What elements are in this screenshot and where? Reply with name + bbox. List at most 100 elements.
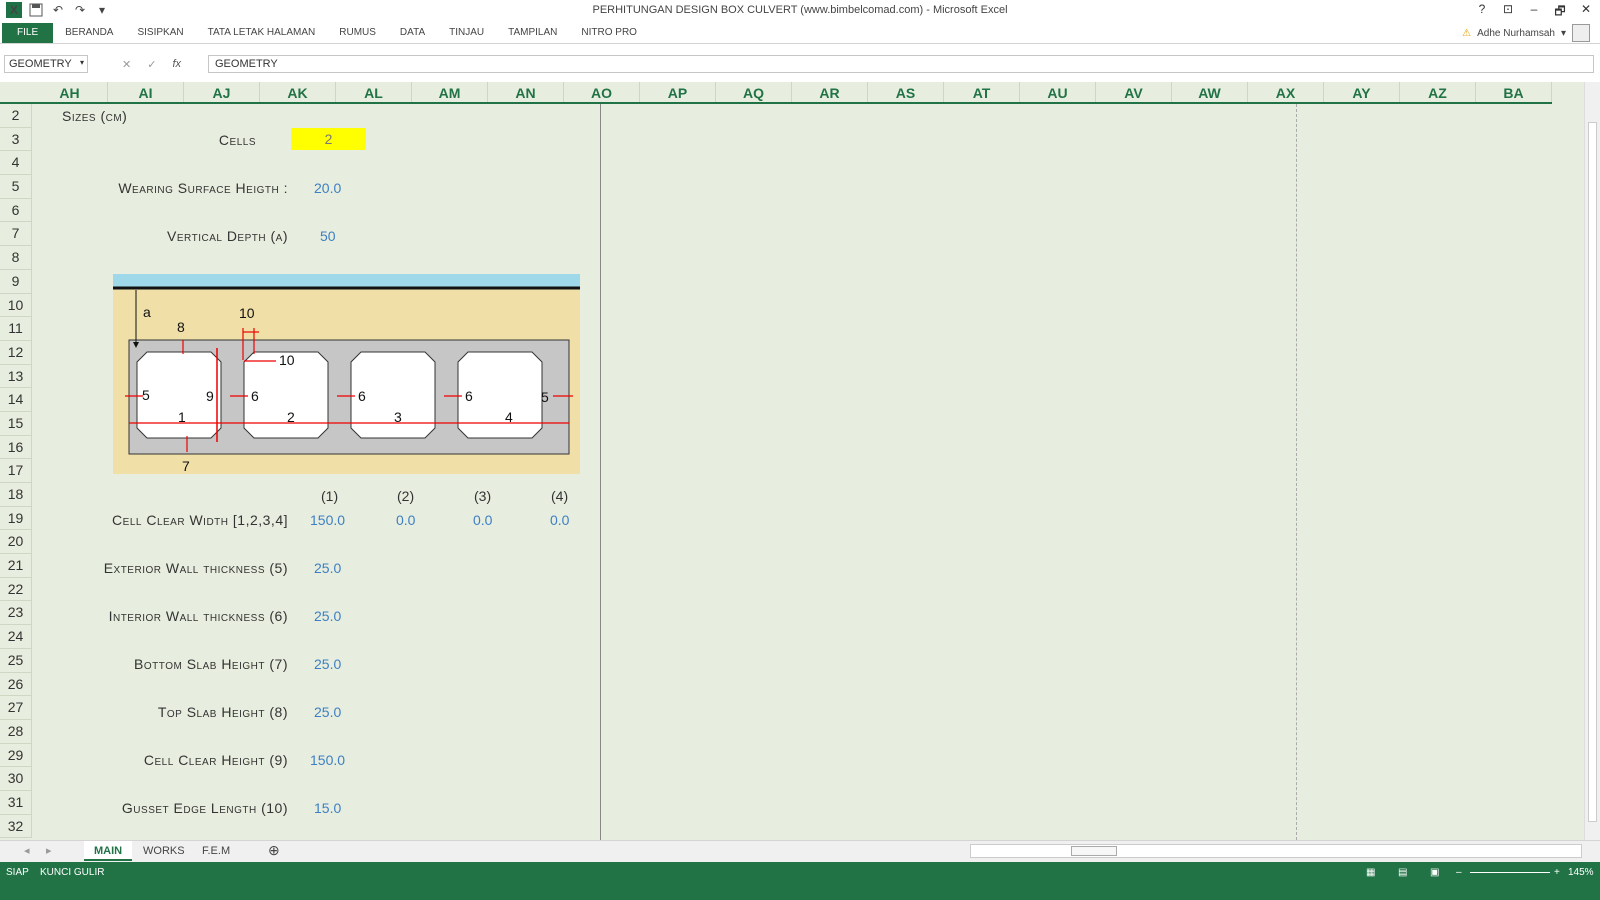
row-header[interactable]: 10	[0, 293, 32, 318]
restore-icon[interactable]: 🗗	[1552, 2, 1568, 23]
row-header[interactable]: 18	[0, 483, 32, 507]
column-header[interactable]: AV	[1096, 82, 1172, 102]
close-icon[interactable]: ✕	[1578, 2, 1594, 23]
gusset-edge-value[interactable]: 15.0	[314, 800, 341, 816]
row-header[interactable]: 21	[0, 554, 32, 578]
page-layout-icon[interactable]: ▤	[1398, 867, 1407, 878]
tab-tampilan[interactable]: TAMPILAN	[496, 23, 569, 43]
zoom-level[interactable]: 145%	[1568, 867, 1594, 878]
row-header[interactable]: 22	[0, 577, 32, 602]
row-header[interactable]: 17	[0, 459, 32, 483]
top-slab-value[interactable]: 25.0	[314, 704, 341, 720]
column-header[interactable]: AS	[868, 82, 944, 102]
zoom-out-icon[interactable]: –	[1456, 867, 1462, 878]
cells-input[interactable]: 2	[291, 128, 366, 150]
column-header[interactable]: AZ	[1400, 82, 1476, 102]
select-all-corner[interactable]	[0, 82, 32, 104]
cell-clear-height-value[interactable]: 150.0	[310, 752, 345, 768]
column-header[interactable]: AN	[488, 82, 564, 102]
row-header[interactable]: 30	[0, 767, 32, 791]
row-header[interactable]: 32	[0, 814, 32, 839]
row-header[interactable]: 20	[0, 530, 32, 555]
row-header[interactable]: 24	[0, 625, 32, 649]
tab-tinjau[interactable]: TINJAU	[437, 23, 496, 43]
vertical-scroll-thumb[interactable]	[1588, 122, 1597, 822]
horizontal-scrollbar[interactable]	[970, 844, 1582, 858]
cell-clear-width-3[interactable]: 0.0	[473, 512, 492, 528]
row-header[interactable]: 19	[0, 506, 32, 531]
row-header[interactable]: 2	[0, 104, 32, 128]
row-header[interactable]: 5	[0, 175, 32, 199]
next-sheet-icon[interactable]: ▸	[36, 841, 62, 861]
column-header[interactable]: AJ	[184, 82, 260, 102]
exterior-wall-value[interactable]: 25.0	[314, 560, 341, 576]
column-header[interactable]: AP	[640, 82, 716, 102]
row-header[interactable]: 7	[0, 222, 32, 247]
column-header[interactable]: AL	[336, 82, 412, 102]
sheet-tab-works[interactable]: WORKS	[133, 841, 195, 861]
row-header[interactable]: 12	[0, 340, 32, 365]
help-icon[interactable]: ?	[1474, 2, 1490, 23]
column-header[interactable]: BA	[1476, 82, 1552, 102]
row-header[interactable]: 23	[0, 601, 32, 626]
cell-clear-width-2[interactable]: 0.0	[396, 512, 415, 528]
tab-tata-letak[interactable]: TATA LETAK HALAMAN	[196, 23, 328, 43]
tab-beranda[interactable]: BERANDA	[53, 23, 125, 43]
row-header[interactable]: 25	[0, 648, 32, 673]
vertical-scrollbar[interactable]	[1584, 82, 1600, 840]
row-header[interactable]: 4	[0, 151, 32, 176]
formula-input[interactable]: GEOMETRY	[208, 55, 1594, 73]
ribbon-display-icon[interactable]: ⊡	[1500, 2, 1516, 23]
cell-clear-width-4[interactable]: 0.0	[550, 512, 569, 528]
column-header[interactable]: AO	[564, 82, 640, 102]
row-header[interactable]: 13	[0, 364, 32, 389]
column-header[interactable]: AR	[792, 82, 868, 102]
bottom-slab-value[interactable]: 25.0	[314, 656, 341, 672]
column-header[interactable]: AK	[260, 82, 336, 102]
column-header[interactable]: AM	[412, 82, 488, 102]
insert-function-icon[interactable]: fx	[172, 58, 181, 70]
wearing-surface-value[interactable]: 20.0	[314, 180, 341, 196]
column-header[interactable]: AT	[944, 82, 1020, 102]
tab-data[interactable]: DATA	[388, 23, 437, 43]
cell-clear-width-1[interactable]: 150.0	[310, 512, 345, 528]
sheet-tab-fem[interactable]: F.E.M	[192, 841, 240, 861]
interior-wall-value[interactable]: 25.0	[314, 608, 341, 624]
row-header[interactable]: 8	[0, 246, 32, 270]
user-account[interactable]: ⚠ Adhe Nurhamsah ▾	[1462, 24, 1590, 42]
row-header[interactable]: 3	[0, 127, 32, 152]
row-header[interactable]: 14	[0, 388, 32, 412]
page-break-preview-icon[interactable]: ▣	[1430, 867, 1439, 878]
row-header[interactable]: 16	[0, 435, 32, 460]
row-header[interactable]: 15	[0, 411, 32, 436]
column-header[interactable]: AW	[1172, 82, 1248, 102]
cancel-icon[interactable]: ✕	[122, 58, 131, 71]
column-header[interactable]: AU	[1020, 82, 1096, 102]
row-header[interactable]: 26	[0, 672, 32, 697]
horizontal-scroll-thumb[interactable]	[1071, 846, 1117, 856]
zoom-in-icon[interactable]: +	[1554, 867, 1560, 878]
column-header[interactable]: AI	[108, 82, 184, 102]
tab-file[interactable]: FILE	[2, 23, 54, 43]
enter-icon[interactable]: ✓	[147, 58, 156, 71]
tab-rumus[interactable]: RUMUS	[327, 23, 388, 43]
sheet-tab-main[interactable]: MAIN	[84, 841, 133, 861]
column-header[interactable]: AQ	[716, 82, 792, 102]
tab-sisipkan[interactable]: SISIPKAN	[125, 23, 195, 43]
row-header[interactable]: 27	[0, 696, 32, 720]
normal-view-icon[interactable]: ▦	[1366, 867, 1375, 878]
row-header[interactable]: 29	[0, 743, 32, 768]
zoom-slider[interactable]	[1470, 872, 1550, 873]
column-header[interactable]: AX	[1248, 82, 1324, 102]
tab-nitro-pro[interactable]: NITRO PRO	[569, 23, 649, 43]
vertical-depth-value[interactable]: 50	[320, 228, 336, 244]
row-header[interactable]: 28	[0, 719, 32, 744]
column-header[interactable]: AY	[1324, 82, 1400, 102]
minimize-icon[interactable]: –	[1526, 2, 1542, 23]
column-header[interactable]: AH	[32, 82, 108, 102]
row-header[interactable]: 31	[0, 790, 32, 815]
chevron-down-icon[interactable]: ▾	[80, 58, 84, 67]
worksheet-grid[interactable]: AH AI AJ AK AL AM AN AO AP AQ AR AS AT A…	[0, 82, 1600, 840]
row-header[interactable]: 9	[0, 269, 32, 294]
name-box[interactable]: GEOMETRY ▾	[4, 55, 88, 73]
